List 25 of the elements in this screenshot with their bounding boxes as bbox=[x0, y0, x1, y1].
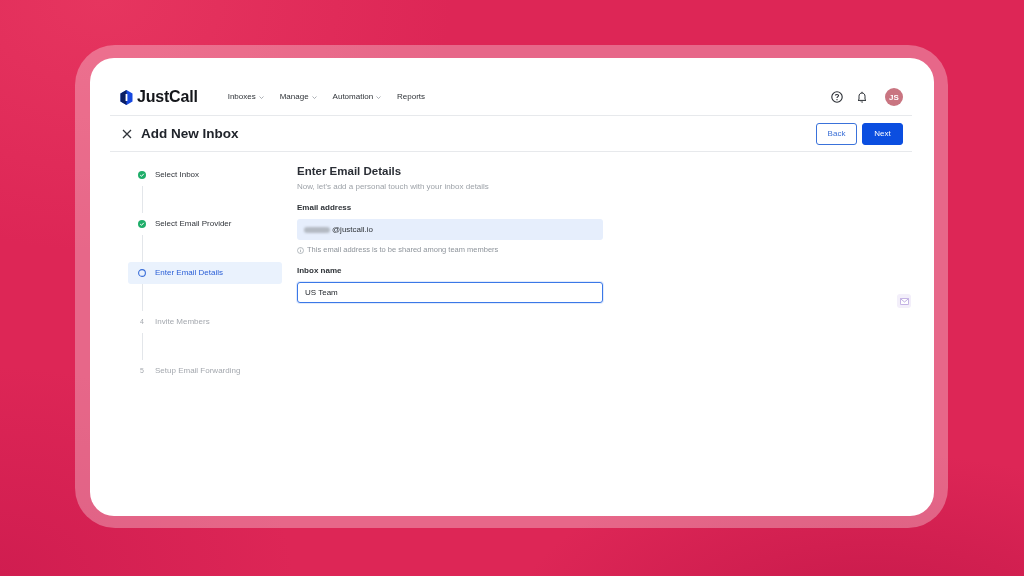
nav-menu-item[interactable]: Manage bbox=[279, 92, 317, 102]
info-icon bbox=[297, 246, 304, 254]
field-label: Email address bbox=[297, 203, 353, 213]
nav-menu-item[interactable]: Inboxes bbox=[227, 92, 264, 102]
nav-menu-item[interactable]: Reports bbox=[397, 92, 426, 102]
help-icon[interactable] bbox=[831, 91, 843, 103]
back-button[interactable]: Back bbox=[816, 122, 857, 145]
step-item[interactable]: Enter Email Details bbox=[128, 262, 282, 284]
inbox-name-field[interactable]: US Team bbox=[297, 282, 603, 303]
form-title: Enter Email Details bbox=[297, 164, 403, 178]
logo-icon bbox=[120, 89, 133, 105]
field-label: Inbox name bbox=[297, 266, 343, 276]
check-circle-icon bbox=[138, 220, 146, 228]
step-item[interactable]: Select Email Provider bbox=[128, 213, 282, 235]
nav-menu-item[interactable]: Automation bbox=[332, 92, 382, 102]
check-circle-icon bbox=[138, 171, 146, 179]
form-subtitle: Now, let's add a personal touch with your inbox details bbox=[297, 182, 490, 192]
next-button[interactable]: Next bbox=[862, 122, 903, 145]
close-icon[interactable] bbox=[122, 128, 132, 139]
logo-text: JustCall bbox=[137, 87, 198, 107]
page-title: Add New Inbox bbox=[141, 125, 239, 142]
step-item[interactable]: Select Inbox bbox=[128, 164, 282, 186]
email-address-field[interactable]: @justcall.io bbox=[297, 219, 603, 240]
notification-bell-icon[interactable] bbox=[856, 91, 868, 103]
ring-icon bbox=[138, 269, 146, 277]
